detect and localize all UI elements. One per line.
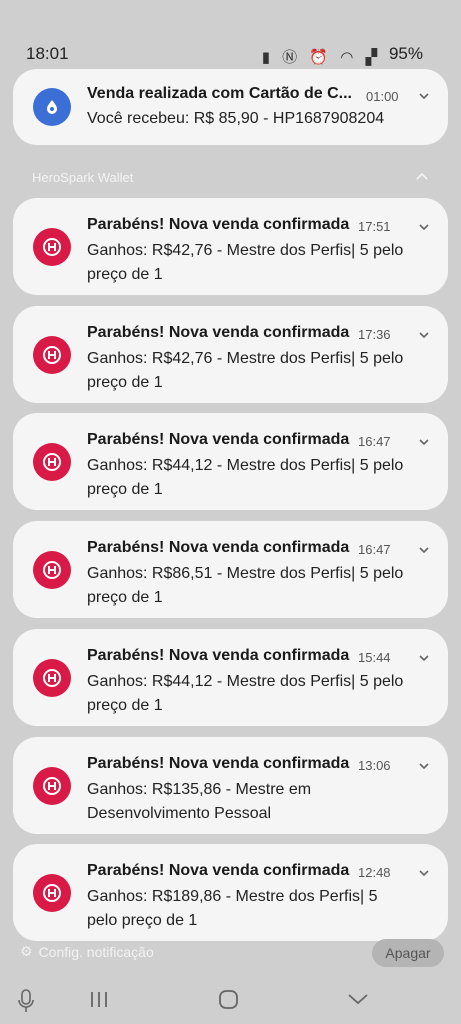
- notification-card[interactable]: Parabéns! Nova venda confirmada 15:44 Ganh…: [13, 629, 448, 726]
- notification-body: Você recebeu: R$ 85,90 - HP1687908204: [87, 110, 385, 127]
- notification-settings-link[interactable]: ⚙ Config. notificação: [20, 943, 154, 960]
- alarm-icon: ⏰: [309, 49, 333, 66]
- battery-saver-icon: ▮: [261, 49, 274, 66]
- back-chevron-icon[interactable]: [347, 988, 369, 1015]
- notification-body: Ganhos: R$189,86 - Mestre dos Perfis| 5 …: [87, 888, 378, 929]
- notification-body: Ganhos: R$135,86 - Mestre em Desenvolvim…: [87, 781, 312, 822]
- chevron-down-icon[interactable]: [418, 651, 430, 663]
- notification-time: 01:00: [366, 89, 399, 104]
- notification-card[interactable]: Parabéns! Nova venda confirmada 17:51 Ganh…: [13, 198, 448, 295]
- notification-title: Parabéns! Nova venda confirmada: [87, 647, 350, 664]
- herospark-app-icon: [33, 336, 71, 374]
- notification-title: Parabéns! Nova venda confirmada: [87, 755, 350, 772]
- payment-app-icon: [33, 88, 71, 126]
- settings-label: Config. notificação: [38, 943, 154, 960]
- herospark-app-icon: [33, 228, 71, 266]
- notification-card[interactable]: Parabéns! Nova venda confirmada 13:06 Ganh…: [13, 737, 448, 834]
- gear-icon: ⚙: [20, 943, 33, 959]
- chevron-up-icon[interactable]: [415, 170, 429, 184]
- notification-card[interactable]: Parabéns! Nova venda confirmada 12:48 Ganh…: [13, 844, 448, 941]
- home-icon[interactable]: [218, 988, 240, 1015]
- status-bar: 18:01 ▮ Ⓝ ⏰ ◠ ▞ 95%: [0, 0, 461, 66]
- notification-card[interactable]: Parabéns! Nova venda confirmada 16:47 Ganh…: [13, 521, 448, 618]
- notification-title: Venda realizada com Cartão de C...: [87, 85, 352, 102]
- notification-body: Ganhos: R$86,51 - Mestre dos Perfis| 5 p…: [87, 565, 404, 606]
- herospark-app-icon: [33, 551, 71, 589]
- notification-card[interactable]: Parabéns! Nova venda confirmada 17:36 Ganh…: [13, 306, 448, 403]
- chevron-down-icon[interactable]: [418, 89, 430, 101]
- notification-title: Parabéns! Nova venda confirmada: [87, 539, 350, 556]
- notification-time: 15:44: [358, 650, 391, 665]
- herospark-app-icon: [33, 659, 71, 697]
- notification-time: 17:51: [358, 219, 391, 234]
- chevron-down-icon[interactable]: [418, 435, 430, 447]
- notification-card[interactable]: Parabéns! Nova venda confirmada 16:47 Ganh…: [13, 413, 448, 510]
- notification-time: 16:47: [358, 542, 391, 557]
- status-icons-group: ▮ Ⓝ ⏰ ◠ ▞: [262, 46, 381, 67]
- top-notification-card[interactable]: Venda realizada com Cartão de C... 01:00…: [13, 69, 448, 145]
- chevron-down-icon[interactable]: [418, 759, 430, 771]
- notification-title: Parabéns! Nova venda confirmada: [87, 216, 350, 233]
- herospark-app-icon: [33, 874, 71, 912]
- wifi-icon: ◠: [340, 49, 358, 66]
- notification-body: Ganhos: R$44,12 - Mestre dos Perfis| 5 p…: [87, 673, 404, 714]
- clear-all-button[interactable]: Apagar: [372, 939, 444, 967]
- notification-title: Parabéns! Nova venda confirmada: [87, 431, 350, 448]
- navigation-bar: [0, 980, 461, 1024]
- chevron-down-icon[interactable]: [418, 220, 430, 232]
- notification-title: Parabéns! Nova venda confirmada: [87, 862, 350, 879]
- chevron-down-icon[interactable]: [418, 543, 430, 555]
- notification-title: Parabéns! Nova venda confirmada: [87, 324, 350, 341]
- chevron-down-icon[interactable]: [418, 328, 430, 340]
- herospark-app-icon: [33, 443, 71, 481]
- group-app-name: HeroSpark Wallet: [32, 170, 134, 185]
- signal-icon: ▞: [365, 49, 381, 66]
- chevron-down-icon[interactable]: [418, 866, 430, 878]
- notification-body: Ganhos: R$42,76 - Mestre dos Perfis| 5 p…: [87, 350, 404, 391]
- status-time: 18:01: [26, 44, 69, 63]
- herospark-app-icon: [33, 767, 71, 805]
- notification-time: 13:06: [358, 758, 391, 773]
- notification-body: Ganhos: R$44,12 - Mestre dos Perfis| 5 p…: [87, 457, 404, 498]
- notification-time: 17:36: [358, 327, 391, 342]
- battery-percentage: 95%: [388, 44, 423, 63]
- recent-apps-icon[interactable]: [89, 988, 109, 1015]
- notification-time: 16:47: [358, 434, 391, 449]
- notification-body: Ganhos: R$42,76 - Mestre dos Perfis| 5 p…: [87, 242, 404, 283]
- notification-time: 12:48: [358, 865, 391, 880]
- nfc-icon: Ⓝ: [282, 49, 302, 66]
- microphone-icon[interactable]: [16, 988, 36, 1019]
